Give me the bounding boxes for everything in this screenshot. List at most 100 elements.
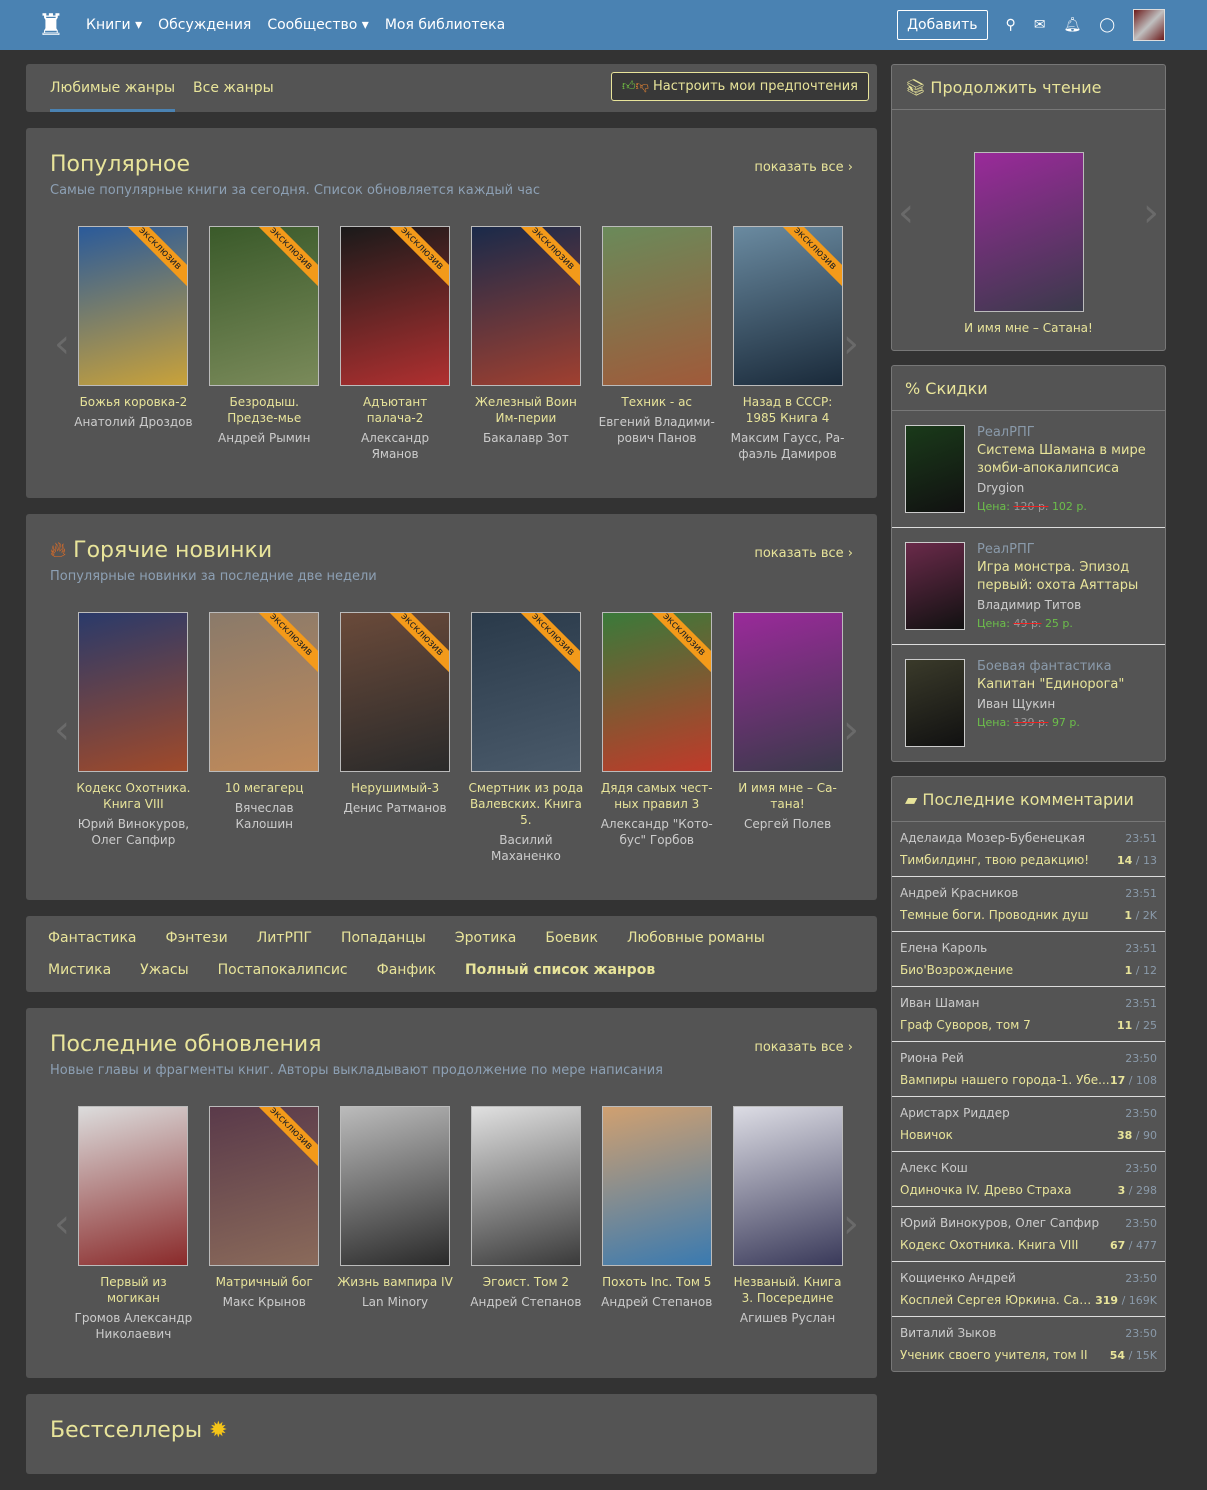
comment-item[interactable]: Риона Рей 23:50 Вампиры нашего города-1. … <box>892 1042 1165 1097</box>
book-author[interactable]: Денис Ратманов <box>336 800 455 816</box>
book-author[interactable]: Андрей Рымин <box>205 430 324 446</box>
book-cover[interactable]: эксклюзив <box>340 226 451 386</box>
book-cover[interactable] <box>905 425 965 513</box>
discount-genre[interactable]: РеалРПГ <box>977 425 1152 440</box>
genre-link[interactable]: Эротика <box>455 930 517 946</box>
book-cover[interactable] <box>973 152 1084 312</box>
book-card[interactable]: Жизнь вампира IV Lan Minory <box>330 1106 461 1342</box>
comment-user[interactable]: Аделаида Мозер-Бубенецкая <box>900 831 1085 845</box>
bell-icon[interactable]: 🔔︎ <box>1064 17 1082 33</box>
book-title[interactable]: Техник - ас <box>597 394 716 410</box>
user-avatar[interactable] <box>1133 9 1165 41</box>
show-all-link[interactable]: показать все › <box>754 546 853 561</box>
book-author[interactable]: Бакалавр Зот <box>466 430 585 446</box>
book-cover[interactable]: эксклюзив <box>340 612 451 772</box>
book-cover[interactable] <box>340 1106 451 1266</box>
continue-book-title[interactable]: И имя мне – Сатана! <box>892 320 1165 336</box>
book-author[interactable]: Громов Александр Николаевич <box>74 1310 193 1342</box>
comment-item[interactable]: Юрий Винокуров, Олег Сапфир 23:50 Кодекс … <box>892 1207 1165 1262</box>
book-card[interactable]: эксклюзив 10 мегагерц Вячеслав Калошин <box>199 612 330 864</box>
book-cover[interactable]: эксклюзив <box>78 226 189 386</box>
comment-user[interactable]: Андрей Красников <box>900 886 1018 900</box>
book-cover[interactable]: эксклюзив <box>732 226 843 386</box>
show-all-link[interactable]: показать все › <box>754 160 853 175</box>
discount-title[interactable]: Капитан "Единорога" <box>977 676 1124 694</box>
book-author[interactable]: Вячеслав Калошин <box>205 800 324 832</box>
book-cover[interactable]: эксклюзив <box>470 612 581 772</box>
tab-favorite-genres[interactable]: Любимые жанры <box>50 64 176 112</box>
book-author[interactable]: Евгений Владими-рович Панов <box>597 414 716 446</box>
book-card[interactable]: Эгоист. Том 2 Андрей Степанов <box>460 1106 591 1342</box>
discount-item[interactable]: РеалРПГ Система Шамана в мире зомби-апок… <box>892 411 1165 528</box>
comment-user[interactable]: Елена Кароль <box>900 941 987 955</box>
book-author[interactable]: Lan Minory <box>336 1294 455 1310</box>
next-arrow-icon[interactable]: › <box>843 321 859 367</box>
book-card[interactable]: эксклюзив Назад в СССР: 1985 Книга 4 Мак… <box>722 226 853 462</box>
book-cover[interactable] <box>905 659 965 747</box>
comment-user[interactable]: Виталий Зыков <box>900 1326 996 1340</box>
search-icon[interactable]: ⚲ <box>1006 17 1016 33</box>
nav-discussions[interactable]: Обсуждения <box>158 17 251 33</box>
book-cover[interactable]: эксклюзив <box>601 612 712 772</box>
comment-item[interactable]: Андрей Красников 23:51 Темные боги. Прово… <box>892 877 1165 932</box>
book-author[interactable]: Агишев Руслан <box>728 1310 847 1326</box>
nav-books[interactable]: Книги ▾ <box>86 17 142 33</box>
book-author[interactable]: Андрей Степанов <box>597 1294 716 1310</box>
comment-item[interactable]: Виталий Зыков 23:50 Ученик своего учителя… <box>892 1317 1165 1371</box>
show-all-link[interactable]: показать все › <box>754 1040 853 1055</box>
comment-item[interactable]: Аристарх Риддер 23:50 Новичок 38 / 90 <box>892 1097 1165 1152</box>
book-card[interactable]: эксклюзив Божья коровка-2 Анатолий Дрозд… <box>68 226 199 462</box>
discount-title[interactable]: Система Шамана в мире зомби-апокалипсиса <box>977 442 1152 478</box>
next-arrow-icon[interactable]: › <box>1143 190 1159 236</box>
book-card[interactable]: эксклюзив Адъютант палача-2 Александр Ям… <box>330 226 461 462</box>
genre-link[interactable]: Ужасы <box>140 962 188 978</box>
book-title[interactable]: Кодекс Охотника. Книга VIII <box>74 780 193 812</box>
discount-author[interactable]: Владимир Титов <box>977 598 1152 612</box>
book-card[interactable]: эксклюзив Нерушимый-3 Денис Ратманов <box>330 612 461 864</box>
discount-item[interactable]: РеалРПГ Игра монстра. Эпизод первый: охо… <box>892 528 1165 645</box>
book-title[interactable]: Похоть Inc. Том 5 <box>597 1274 716 1290</box>
book-author[interactable]: Анатолий Дроздов <box>74 414 193 430</box>
prev-arrow-icon[interactable]: ‹ <box>54 1201 70 1247</box>
book-card[interactable]: И имя мне – Са-тана! Сергей Полев <box>722 612 853 864</box>
prev-arrow-icon[interactable]: ‹ <box>54 707 70 753</box>
genre-link[interactable]: Фэнтези <box>166 930 228 946</box>
book-title[interactable]: Безродыш. Предзе-мье <box>205 394 324 426</box>
genre-link[interactable]: Боевик <box>545 930 598 946</box>
book-author[interactable]: Василий Маханенко <box>466 832 585 864</box>
book-title[interactable]: Матричный бог <box>205 1274 324 1290</box>
book-title[interactable]: Адъютант палача-2 <box>336 394 455 426</box>
genre-link[interactable]: Постапокалипсис <box>218 962 348 978</box>
book-card[interactable]: эксклюзив Безродыш. Предзе-мье Андрей Ры… <box>199 226 330 462</box>
book-author[interactable]: Андрей Степанов <box>466 1294 585 1310</box>
nav-community[interactable]: Сообщество ▾ <box>267 17 369 33</box>
book-title[interactable]: Назад в СССР: 1985 Книга 4 <box>728 394 847 426</box>
book-cover[interactable] <box>470 1106 581 1266</box>
tab-all-genres[interactable]: Все жанры <box>193 64 274 112</box>
comment-book[interactable]: Био'Возрождение <box>900 963 1013 977</box>
comment-item[interactable]: Елена Кароль 23:51 Био'Возрождение 1 / 12 <box>892 932 1165 987</box>
book-title[interactable]: Незваный. Книга 3. Посередине <box>728 1274 847 1306</box>
book-card[interactable]: Кодекс Охотника. Книга VIII Юрий Винокур… <box>68 612 199 864</box>
comment-item[interactable]: Аделаида Мозер-Бубенецкая 23:51 Тимбилдин… <box>892 822 1165 877</box>
comment-user[interactable]: Алекс Кош <box>900 1161 968 1175</box>
book-card[interactable]: Техник - ас Евгений Владими-рович Панов <box>591 226 722 462</box>
book-cover[interactable] <box>78 612 189 772</box>
book-cover[interactable]: эксклюзив <box>209 1106 320 1266</box>
book-cover[interactable]: эксклюзив <box>209 612 320 772</box>
comment-book[interactable]: Косплей Сергея Юркина. Сакур... <box>900 1293 1095 1307</box>
genre-link[interactable]: Полный список жанров <box>465 962 655 978</box>
book-card[interactable]: эксклюзив Матричный бог Макс Крынов <box>199 1106 330 1342</box>
book-title[interactable]: И имя мне – Са-тана! <box>728 780 847 812</box>
genre-link[interactable]: Любовные романы <box>627 930 765 946</box>
genre-link[interactable]: Попаданцы <box>341 930 426 946</box>
book-author[interactable]: Сергей Полев <box>728 816 847 832</box>
prev-arrow-icon[interactable]: ‹ <box>898 190 914 236</box>
book-cover[interactable]: эксклюзив <box>470 226 581 386</box>
prev-arrow-icon[interactable]: ‹ <box>54 321 70 367</box>
book-cover[interactable] <box>732 1106 843 1266</box>
book-cover[interactable]: эксклюзив <box>209 226 320 386</box>
book-cover[interactable] <box>601 226 712 386</box>
site-logo[interactable]: ♜ <box>30 4 72 46</box>
mail-icon[interactable]: ✉ <box>1034 17 1046 33</box>
